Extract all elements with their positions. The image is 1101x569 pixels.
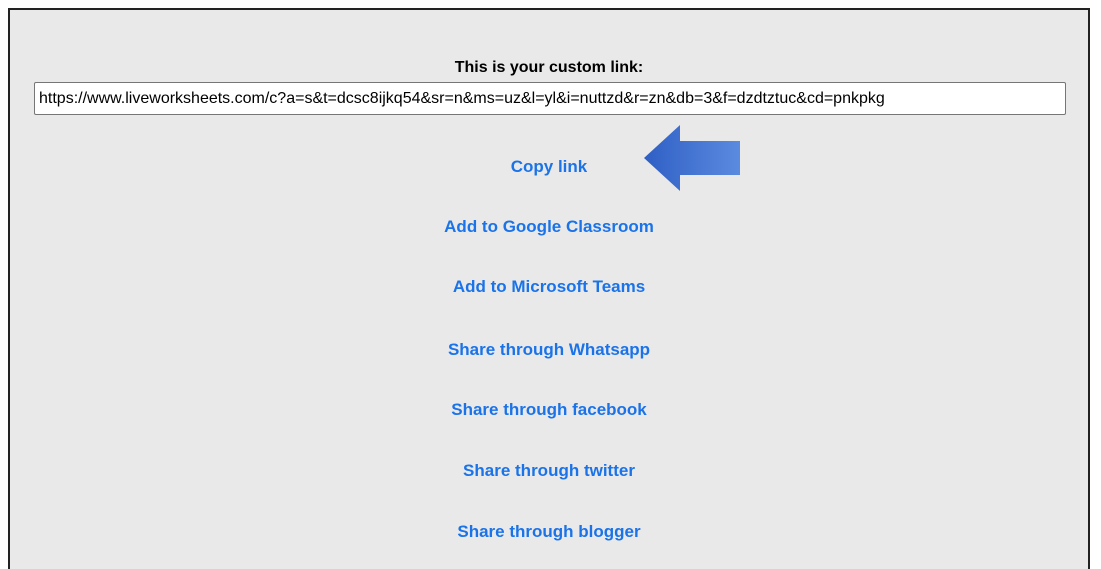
share-facebook-label[interactable]: Share through facebook: [451, 400, 647, 419]
add-to-google-classroom-label[interactable]: Add to Google Classroom: [444, 217, 654, 236]
share-blogger-button[interactable]: Share through blogger: [10, 522, 1088, 542]
custom-link-field[interactable]: [34, 82, 1066, 115]
share-facebook-button[interactable]: Share through facebook: [10, 400, 1088, 420]
copy-link-label[interactable]: Copy link: [511, 157, 588, 176]
left-arrow-icon: [644, 125, 740, 191]
add-to-microsoft-teams-label[interactable]: Add to Microsoft Teams: [453, 277, 645, 296]
share-whatsapp-button[interactable]: Share through Whatsapp: [10, 340, 1088, 360]
share-whatsapp-label[interactable]: Share through Whatsapp: [448, 340, 650, 359]
share-blogger-label[interactable]: Share through blogger: [457, 522, 640, 541]
add-to-google-classroom-button[interactable]: Add to Google Classroom: [10, 217, 1088, 237]
share-twitter-label[interactable]: Share through twitter: [463, 461, 635, 480]
copy-link-button[interactable]: Copy link: [10, 157, 1088, 177]
share-twitter-button[interactable]: Share through twitter: [10, 461, 1088, 481]
add-to-microsoft-teams-button[interactable]: Add to Microsoft Teams: [10, 277, 1088, 297]
share-panel: This is your custom link: Copy link Add …: [8, 8, 1090, 569]
panel-title: This is your custom link:: [454, 59, 644, 76]
